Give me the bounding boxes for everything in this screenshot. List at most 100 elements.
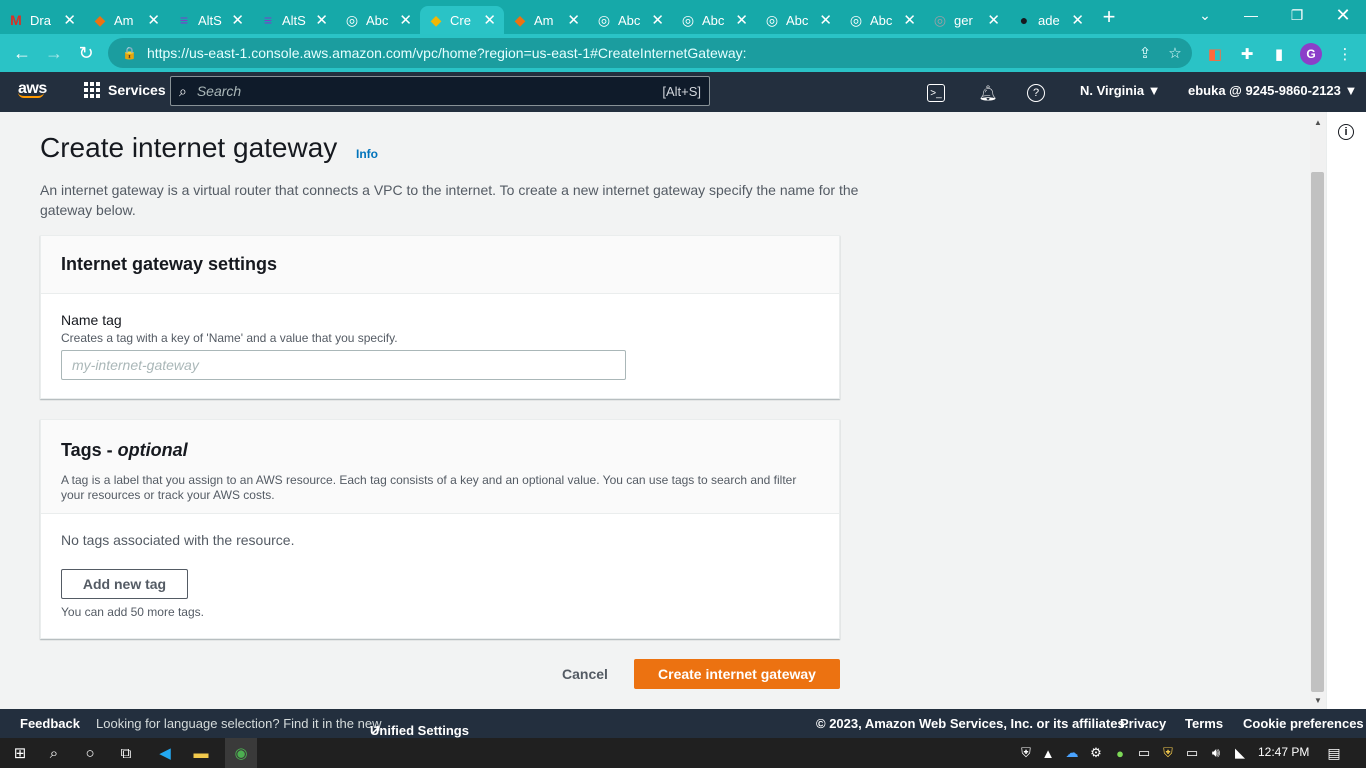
tab-search-icon[interactable]: ⌄	[1182, 0, 1228, 30]
cloudshell-icon[interactable]: >_	[927, 84, 945, 102]
privacy-link[interactable]: Privacy	[1120, 716, 1166, 731]
security-shield-icon[interactable]: ⛨	[1014, 742, 1038, 764]
extension-icon[interactable]: ◧	[1204, 43, 1226, 65]
list-icon: ≡	[263, 12, 273, 28]
notification-center-icon[interactable]: ▤	[1322, 742, 1346, 764]
reload-icon[interactable]: ↻	[70, 37, 102, 69]
tab-title: Abc	[786, 12, 809, 28]
browser-tab[interactable]: ≡ AltS ✕	[252, 6, 336, 34]
globe-icon: ◎	[597, 11, 611, 28]
internet-gateway-settings-panel: Internet gateway settings Name tag Creat…	[40, 235, 840, 399]
close-window-icon[interactable]: ✕	[1320, 0, 1366, 30]
info-link[interactable]: Info	[356, 147, 378, 161]
tab-close-icon[interactable]: ✕	[567, 11, 580, 29]
browser-tab[interactable]: ● ade ✕	[1008, 6, 1092, 34]
battery-icon[interactable]: ▭	[1180, 742, 1204, 764]
tab-close-icon[interactable]: ✕	[231, 11, 244, 29]
browser-tab[interactable]: ◆ Cre ✕	[420, 6, 504, 34]
browser-tab[interactable]: ◎ Abc ✕	[588, 6, 672, 34]
tab-title: ger	[954, 12, 973, 28]
forward-icon[interactable]: →	[38, 37, 70, 69]
windows-taskbar: ⊞ ⌕ ○ ⧉ ◀ ▬ ◉ ⛨ ▲ ☁ ⚙ ● ▭ ⛨ ▭ 🔊︎ ◣ 12:47…	[0, 738, 1366, 768]
side-panel-icon[interactable]: ▮	[1268, 43, 1290, 65]
taskbar-clock[interactable]: 12:47 PM	[1258, 745, 1309, 759]
browser-tab[interactable]: ◆ Am ✕	[504, 6, 588, 34]
cancel-button[interactable]: Cancel	[545, 659, 625, 689]
defender-icon[interactable]: ⛨	[1156, 742, 1180, 764]
bookmark-star-icon[interactable]: ☆	[1160, 38, 1190, 68]
tab-close-icon[interactable]: ✕	[903, 11, 916, 29]
tab-close-icon[interactable]: ✕	[819, 11, 832, 29]
tab-close-icon[interactable]: ✕	[1071, 11, 1084, 29]
onedrive-icon[interactable]: ☁	[1060, 742, 1084, 764]
page-scrollbar[interactable]: ▲ ▼	[1310, 112, 1326, 709]
browser-tab[interactable]: M Dra ✕	[0, 6, 84, 34]
task-view-icon[interactable]: ⧉	[114, 742, 138, 764]
account-menu[interactable]: ebuka @ 9245-9860-2123 ▼	[1188, 83, 1357, 98]
tab-title: ade	[1038, 12, 1060, 28]
tags-panel-heading: Tags - optional	[61, 440, 188, 460]
tags-panel: Tags - optional A tag is a label that yo…	[40, 419, 840, 639]
globe-icon: ◎	[933, 11, 947, 28]
feedback-link[interactable]: Feedback	[20, 716, 80, 731]
taskbar-search-icon[interactable]: ⌕	[42, 742, 66, 764]
profile-avatar[interactable]: G	[1300, 43, 1322, 65]
vscode-icon[interactable]: ◀	[153, 742, 177, 764]
new-tab-icon[interactable]: +	[1092, 0, 1126, 34]
tab-title: Abc	[702, 12, 725, 28]
volume-icon[interactable]: 🔊︎	[1204, 742, 1228, 764]
services-menu-button[interactable]: Services	[84, 82, 166, 98]
extensions-puzzle-icon[interactable]: ✚	[1236, 43, 1258, 65]
display-icon[interactable]: ▭	[1132, 742, 1156, 764]
tab-title: AltS	[282, 12, 306, 28]
notifications-bell-icon[interactable]: 🔔︎	[977, 82, 999, 104]
add-new-tag-button[interactable]: Add new tag	[61, 569, 188, 599]
region-selector[interactable]: N. Virginia ▼	[1080, 83, 1161, 98]
tab-close-icon[interactable]: ✕	[987, 11, 1000, 29]
tab-title: Am	[114, 12, 134, 28]
tab-close-icon[interactable]: ✕	[399, 11, 412, 29]
lock-icon: 🔒	[122, 46, 137, 60]
tab-close-icon[interactable]: ✕	[63, 11, 76, 29]
tab-close-icon[interactable]: ✕	[315, 11, 328, 29]
app-tray-icon[interactable]: ●	[1108, 742, 1132, 764]
restore-icon[interactable]: ❐	[1274, 0, 1320, 30]
windows-start-icon[interactable]: ⊞	[8, 742, 32, 764]
minimize-icon[interactable]: —	[1228, 0, 1274, 30]
scroll-up-icon[interactable]: ▲	[1314, 118, 1322, 127]
create-internet-gateway-button[interactable]: Create internet gateway	[634, 659, 840, 689]
back-icon[interactable]: ←	[6, 37, 38, 69]
address-bar[interactable]: 🔒 https://us-east-1.console.aws.amazon.c…	[108, 38, 1192, 68]
tab-close-icon[interactable]: ✕	[147, 11, 160, 29]
tab-title: Abc	[618, 12, 641, 28]
wifi-icon[interactable]: ◣	[1228, 742, 1252, 764]
copyright-text: © 2023, Amazon Web Services, Inc. or its…	[816, 716, 1129, 731]
github-icon: ●	[1019, 12, 1029, 28]
aws-logo[interactable]: aws	[18, 80, 47, 98]
browser-tab[interactable]: ◎ Abc ✕	[840, 6, 924, 34]
browser-tab[interactable]: ◎ Abc ✕	[672, 6, 756, 34]
tab-close-icon[interactable]: ✕	[735, 11, 748, 29]
aws-search-input[interactable]: ⌕ Search [Alt+S]	[170, 76, 710, 106]
terms-link[interactable]: Terms	[1185, 716, 1223, 731]
chrome-icon[interactable]: ◉	[225, 738, 257, 768]
drive-icon[interactable]: ▲	[1036, 742, 1060, 764]
info-panel-icon[interactable]: i	[1338, 124, 1354, 140]
browser-tab[interactable]: ◎ ger ✕	[924, 6, 1008, 34]
browser-tab[interactable]: ◎ Abc ✕	[336, 6, 420, 34]
browser-tab[interactable]: ≡ AltS ✕	[168, 6, 252, 34]
browser-tab[interactable]: ◎ Abc ✕	[756, 6, 840, 34]
browser-menu-icon[interactable]: ⋮	[1334, 43, 1356, 65]
cortana-icon[interactable]: ○	[78, 742, 102, 764]
scroll-down-icon[interactable]: ▼	[1314, 696, 1322, 705]
scrollbar-thumb[interactable]	[1311, 172, 1324, 692]
browser-tab[interactable]: ◆ Am ✕	[84, 6, 168, 34]
file-explorer-icon[interactable]: ▬	[189, 742, 213, 764]
cookie-preferences-link[interactable]: Cookie preferences	[1243, 716, 1364, 731]
share-icon[interactable]: ⇪	[1130, 38, 1160, 68]
name-tag-input[interactable]	[61, 350, 626, 380]
settings-gear-icon[interactable]: ⚙	[1084, 742, 1108, 764]
help-icon[interactable]: ?	[1027, 84, 1045, 102]
tab-close-icon[interactable]: ✕	[483, 11, 496, 29]
tab-close-icon[interactable]: ✕	[651, 11, 664, 29]
